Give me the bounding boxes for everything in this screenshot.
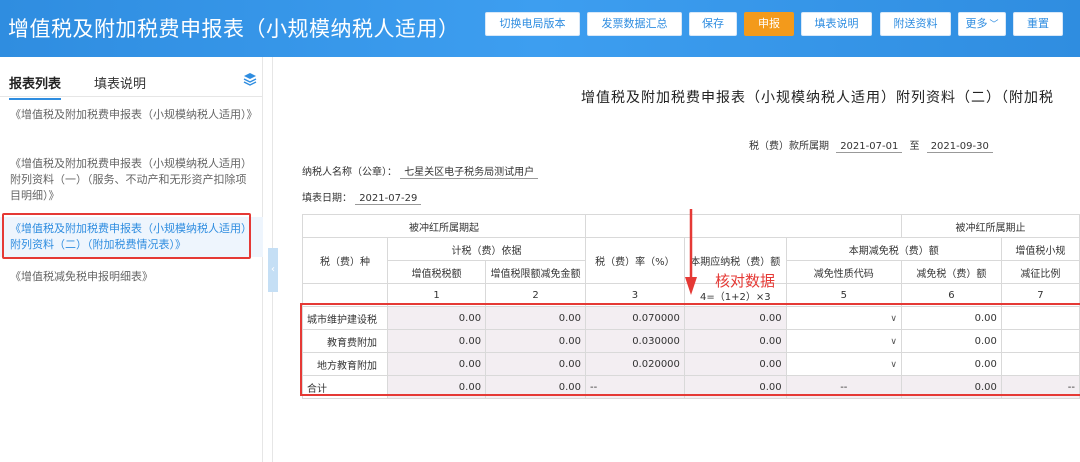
declare-button[interactable]: 申报 <box>744 12 794 36</box>
top-header: 增值税及附加税费申报表（小规模纳税人适用） 切换电局版本 发票数据汇总 保存 申… <box>0 0 1080 57</box>
fill-date-label: 填表日期： <box>302 193 352 204</box>
fill-date: 填表日期： 2021-07-29 <box>302 189 422 205</box>
chevron-left-icon: ‹ <box>271 264 275 275</box>
header-relief: 本期减免税（费）额 <box>785 237 1002 261</box>
sidebar-tabs: 报表列表 填表说明 <box>0 57 263 100</box>
header-small-scale: 增值税小规 <box>1000 237 1080 261</box>
header-tax-type: 税（费）种 <box>302 237 388 284</box>
layers-icon[interactable] <box>243 72 257 86</box>
fill-date-value: 2021-07-29 <box>355 193 422 205</box>
header-period-start: 被冲红所属期起 <box>302 214 586 238</box>
fill-instructions-button[interactable]: 填表说明 <box>801 12 872 36</box>
taxpayer-info: 纳税人名称（公章）： 七星关区电子税务局测试用户 <box>302 163 539 179</box>
sidebar: 报表列表 填表说明 《增值税及附加税费申报表（小规模纳税人适用）》 《增值税及附… <box>0 57 263 462</box>
taxpayer-name: 七星关区电子税务局测试用户 <box>400 163 539 179</box>
more-button-label: 更多 <box>965 17 988 30</box>
selection-highlight-box <box>2 213 251 259</box>
app-title: 增值税及附加税费申报表（小规模纳税人适用） <box>8 17 460 41</box>
data-highlight-box <box>300 303 1080 396</box>
header-period-end: 被冲红所属期止 <box>900 214 1080 238</box>
check-data-annotation: 核对数据 <box>715 272 776 290</box>
chevron-down-icon: ﹀ <box>989 20 999 30</box>
header-relief-code: 减免性质代码 <box>785 260 902 284</box>
tab-fill-instructions[interactable]: 填表说明 <box>94 73 146 92</box>
header-blank <box>584 214 902 238</box>
invoice-summary-button[interactable]: 发票数据汇总 <box>587 12 682 36</box>
main-content: 增值税及附加税费申报表（小规模纳税人适用）附列资料（二）（附加税 税（费）款所属… <box>278 57 1080 462</box>
header-vat-limit: 增值税限额减免金额 <box>485 260 586 284</box>
taxpayer-label: 纳税人名称（公章）： <box>302 167 397 178</box>
sidebar-item-schedule-1[interactable]: 《增值税及附加税费申报表（小规模纳税人适用）附列资料（一）（服务、不动产和无形资… <box>0 156 263 204</box>
tab-report-list[interactable]: 报表列表 <box>9 73 62 100</box>
period-to: 2021-09-30 <box>926 141 993 153</box>
tax-period: 税（费）款所属期 2021-07-01 至 2021-09-30 <box>749 137 997 153</box>
header-rate: 税（费）率（%） <box>584 237 685 284</box>
document-title: 增值税及附加税费申报表（小规模纳税人适用）附列资料（二）（附加税 <box>581 90 1054 106</box>
period-to-label: 至 <box>909 141 920 152</box>
header-reduction-ratio: 减征比例 <box>1000 260 1080 284</box>
period-from: 2021-07-01 <box>836 141 903 153</box>
sidebar-item-relief-detail[interactable]: 《增值税减免税申报明细表》 <box>0 269 263 285</box>
header-tax-basis: 计税（费）依据 <box>387 237 586 261</box>
collapse-sidebar-handle[interactable]: ‹ <box>268 248 278 292</box>
arrow-down-icon <box>685 209 697 295</box>
more-button[interactable]: 更多 ﹀ <box>958 12 1006 36</box>
reset-button[interactable]: 重置 <box>1013 12 1063 36</box>
sidebar-item-main-form[interactable]: 《增值税及附加税费申报表（小规模纳税人适用）》 <box>0 107 263 123</box>
save-button[interactable]: 保存 <box>689 12 737 36</box>
period-label: 税（费）款所属期 <box>749 141 829 152</box>
attachments-button[interactable]: 附送资料 <box>880 12 951 36</box>
header-relief-amount: 减免税（费）额 <box>900 260 1002 284</box>
switch-version-button[interactable]: 切换电局版本 <box>485 12 580 36</box>
header-vat-amount: 增值税税额 <box>386 260 487 284</box>
